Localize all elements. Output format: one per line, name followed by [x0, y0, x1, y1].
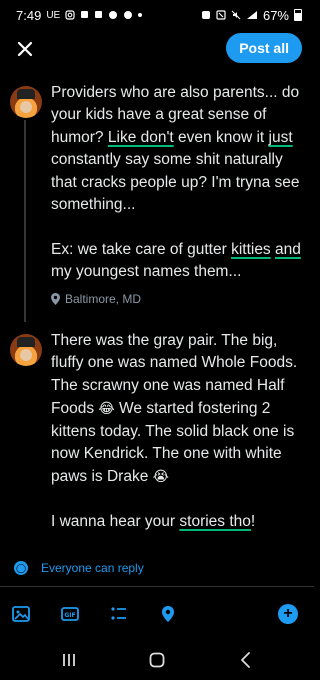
- notification-dot: [138, 13, 143, 17]
- avatar[interactable]: [10, 334, 42, 366]
- spellcheck-flagged-word[interactable]: and: [275, 241, 301, 258]
- globe-icon: ◯: [14, 561, 28, 575]
- svg-text:GIF: GIF: [64, 612, 75, 619]
- close-icon[interactable]: [12, 36, 38, 62]
- composer-toolbar: GIF +: [0, 600, 314, 630]
- ue-icon: UE: [46, 9, 61, 21]
- spellcheck-flagged-word[interactable]: Like don't: [108, 129, 174, 146]
- location-icon[interactable]: [158, 604, 178, 624]
- post-all-button[interactable]: Post all: [226, 33, 302, 63]
- reply-setting-label: Everyone can reply: [41, 561, 144, 575]
- compose-header: Post all: [0, 30, 314, 70]
- instagram-icon: [65, 10, 75, 20]
- image-icon[interactable]: [11, 604, 31, 624]
- spellcheck-flagged-word[interactable]: stories tho: [179, 513, 251, 530]
- emoji: 😭: [152, 468, 170, 485]
- gif-icon[interactable]: GIF: [60, 604, 80, 624]
- location-pin-icon: [51, 293, 60, 305]
- post-text-run: even know it: [173, 128, 269, 146]
- post-paragraph: There was the gray pair. The big, fluffy…: [51, 330, 307, 489]
- post-text-run: I wanna hear your: [51, 513, 180, 531]
- message-icon: [81, 11, 89, 18]
- mute-icon: [231, 10, 241, 20]
- status-time: 7:49: [16, 7, 42, 23]
- avatar[interactable]: [10, 86, 42, 118]
- post-text-run: Ex: we take care of gutter: [51, 240, 232, 258]
- status-bar: 7:49 UE 67%: [0, 0, 314, 30]
- location-label: Baltimore, MD: [65, 292, 142, 306]
- alarm-icon: [201, 11, 210, 19]
- post-2-text-editor[interactable]: There was the gray pair. The big, fluffy…: [51, 330, 307, 534]
- signal-icon: [246, 11, 257, 19]
- post-text-run: constantly say some shit naturally that …: [51, 151, 300, 214]
- nfc-icon: [216, 10, 226, 20]
- add-post-icon[interactable]: +: [278, 604, 298, 624]
- battery-percent: 67%: [262, 7, 289, 23]
- post-1-text-editor[interactable]: Providers who are also parents... do you…: [51, 82, 307, 284]
- emoji: 😂: [98, 400, 115, 417]
- reply-setting-row[interactable]: ◯ Everyone can reply: [0, 550, 314, 587]
- post-text-run: my youngest names them...: [51, 263, 242, 281]
- battery-icon: [294, 9, 302, 21]
- scroll-fade: [0, 530, 314, 550]
- thread-connector-line: [24, 120, 26, 322]
- post-text-run: !: [250, 513, 256, 531]
- post-paragraph: Ex: we take care of gutter kitties and m…: [51, 239, 307, 284]
- poll-icon[interactable]: [109, 604, 129, 624]
- pinterest-icon: [109, 11, 118, 19]
- message-icon: [95, 11, 103, 18]
- post-1-location[interactable]: Baltimore, MD: [51, 292, 141, 306]
- spellcheck-flagged-word[interactable]: just: [269, 129, 293, 146]
- recent-apps-icon[interactable]: [59, 650, 79, 670]
- home-icon[interactable]: [147, 650, 167, 670]
- back-icon[interactable]: [236, 650, 256, 670]
- post-paragraph: Providers who are also parents... do you…: [51, 82, 307, 216]
- android-nav-bar: [0, 640, 314, 680]
- spellcheck-flagged-word[interactable]: kitties: [231, 241, 271, 258]
- pinterest-icon: [124, 11, 133, 19]
